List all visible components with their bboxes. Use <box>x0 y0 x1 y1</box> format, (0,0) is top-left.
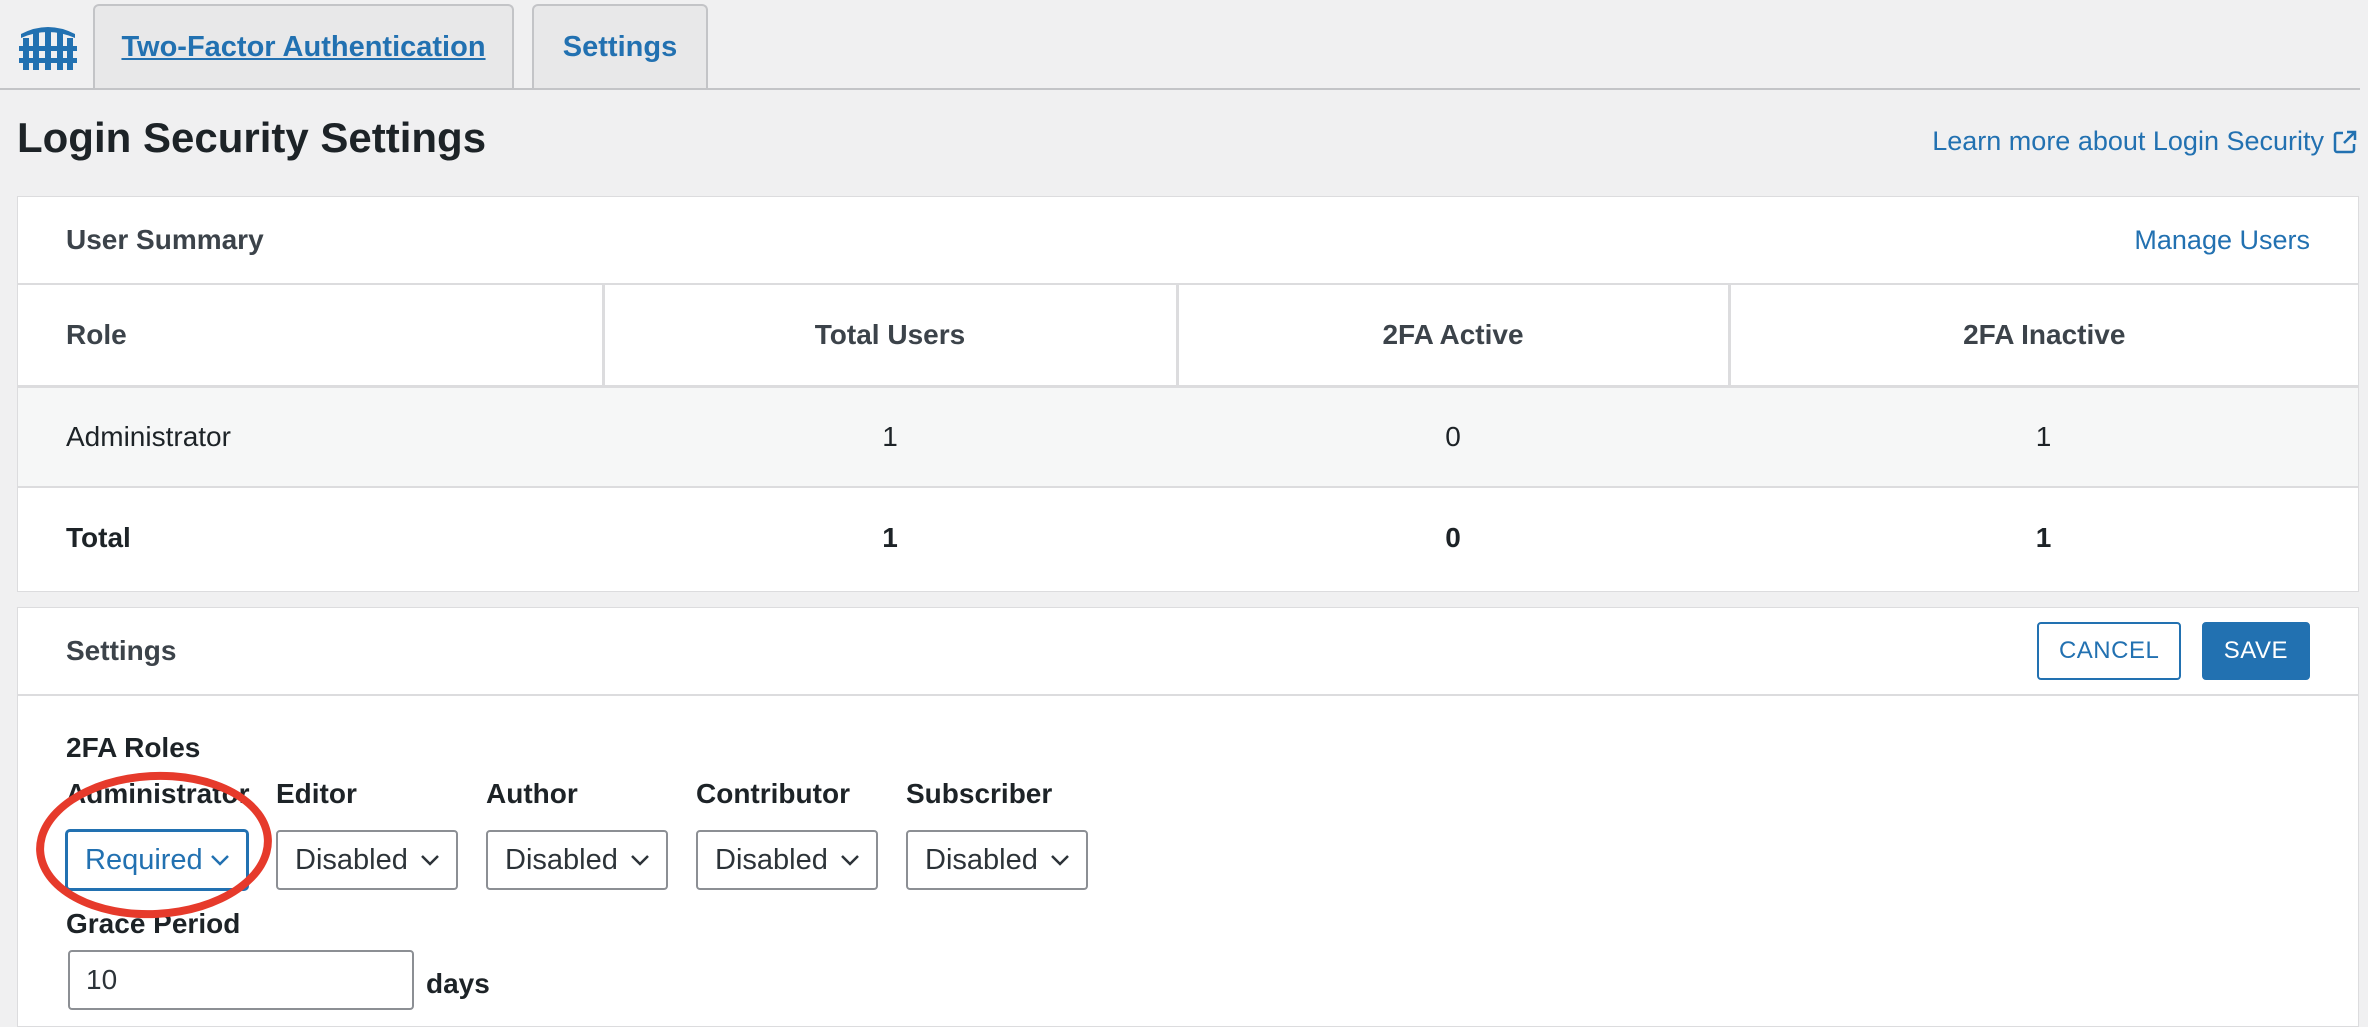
settings-card: Settings CANCEL SAVE 2FA Roles Administr… <box>17 607 2359 1027</box>
tab-label: Two-Factor Authentication <box>121 30 486 63</box>
cell-role: Administrator <box>18 386 603 488</box>
save-button[interactable]: SAVE <box>2201 622 2310 680</box>
cell-2fa-inactive: 1 <box>2035 522 2052 553</box>
user-summary-header: User Summary Manage Users <box>18 197 2358 285</box>
chevron-down-icon <box>421 855 439 866</box>
role-subscriber: Subscriber Disabled <box>906 778 1088 890</box>
table-row: Administrator 1 0 1 <box>18 386 2358 488</box>
column-header-2fa-inactive: 2FA Inactive <box>1727 285 2358 388</box>
author-2fa-select[interactable]: Disabled <box>486 830 668 890</box>
cell-2fa-active: 0 <box>1177 386 1729 488</box>
contributor-2fa-select[interactable]: Disabled <box>696 830 878 890</box>
chevron-down-icon <box>631 855 649 866</box>
cell-2fa-active: 0 <box>1445 522 1461 553</box>
user-summary-title: User Summary <box>66 224 264 255</box>
user-summary-table: Role Total Users 2FA Active 2FA Inactive… <box>18 285 2358 588</box>
role-label: Contributor <box>696 778 850 809</box>
cancel-button[interactable]: CANCEL <box>2036 622 2182 680</box>
role-contributor: Contributor Disabled <box>696 778 878 890</box>
page-title: Login Security Settings <box>17 114 487 161</box>
role-label: Subscriber <box>906 778 1053 809</box>
cell-total-users: 1 <box>882 522 898 553</box>
role-label: Administrator <box>66 778 250 809</box>
wordfence-logo-icon <box>19 27 77 70</box>
cell-role: Total <box>66 522 131 553</box>
select-value: Disabled <box>295 843 408 876</box>
role-label: Author <box>486 778 578 809</box>
role-administrator: Administrator Required <box>66 778 250 890</box>
settings-header: Settings CANCEL SAVE <box>18 608 2358 696</box>
learn-more-label: Learn more about Login Security <box>1932 126 2324 156</box>
user-summary-card: User Summary Manage Users Role Total Use… <box>17 196 2359 592</box>
table-header-row: Role Total Users 2FA Active 2FA Inactive <box>18 285 2358 388</box>
tab-two-factor-authentication[interactable]: Two-Factor Authentication <box>93 4 514 88</box>
role-label: Editor <box>276 778 357 809</box>
role-editor: Editor Disabled <box>276 778 458 890</box>
settings-actions: CANCEL SAVE <box>2036 622 2310 680</box>
column-header-2fa-active: 2FA Active <box>1175 285 1729 388</box>
select-value: Disabled <box>925 843 1038 876</box>
select-value: Disabled <box>715 843 828 876</box>
grace-period-value: 10 <box>86 964 118 995</box>
role-author: Author Disabled <box>486 778 668 890</box>
column-header-total-users: Total Users <box>601 285 1177 388</box>
grace-period-input[interactable]: 10 <box>68 950 414 1010</box>
manage-users-link[interactable]: Manage Users <box>2134 225 2310 256</box>
subscriber-2fa-select[interactable]: Disabled <box>906 830 1088 890</box>
cell-2fa-inactive: 1 <box>1729 386 2358 488</box>
chevron-down-icon <box>841 855 859 866</box>
table-total-row: Total 1 0 1 <box>18 487 2358 588</box>
learn-more-link[interactable]: Learn more about Login Security <box>1932 126 2358 157</box>
grace-period-label: Grace Period <box>66 908 241 939</box>
grace-period-unit: days <box>426 968 490 999</box>
editor-2fa-select[interactable]: Disabled <box>276 830 458 890</box>
2fa-roles-title: 2FA Roles <box>66 732 201 763</box>
external-link-icon <box>2333 130 2357 153</box>
tab-settings[interactable]: Settings <box>532 4 708 88</box>
tab-label: Settings <box>562 30 678 63</box>
chevron-down-icon <box>211 855 229 866</box>
settings-title: Settings <box>66 635 177 666</box>
administrator-2fa-select[interactable]: Required <box>66 830 248 890</box>
cell-total-users: 1 <box>603 386 1177 488</box>
select-value: Disabled <box>505 843 618 876</box>
column-header-role: Role <box>18 285 603 388</box>
select-value: Required <box>85 843 203 876</box>
chevron-down-icon <box>1051 855 1069 866</box>
tab-bar: Two-Factor Authentication Settings <box>0 0 2360 90</box>
